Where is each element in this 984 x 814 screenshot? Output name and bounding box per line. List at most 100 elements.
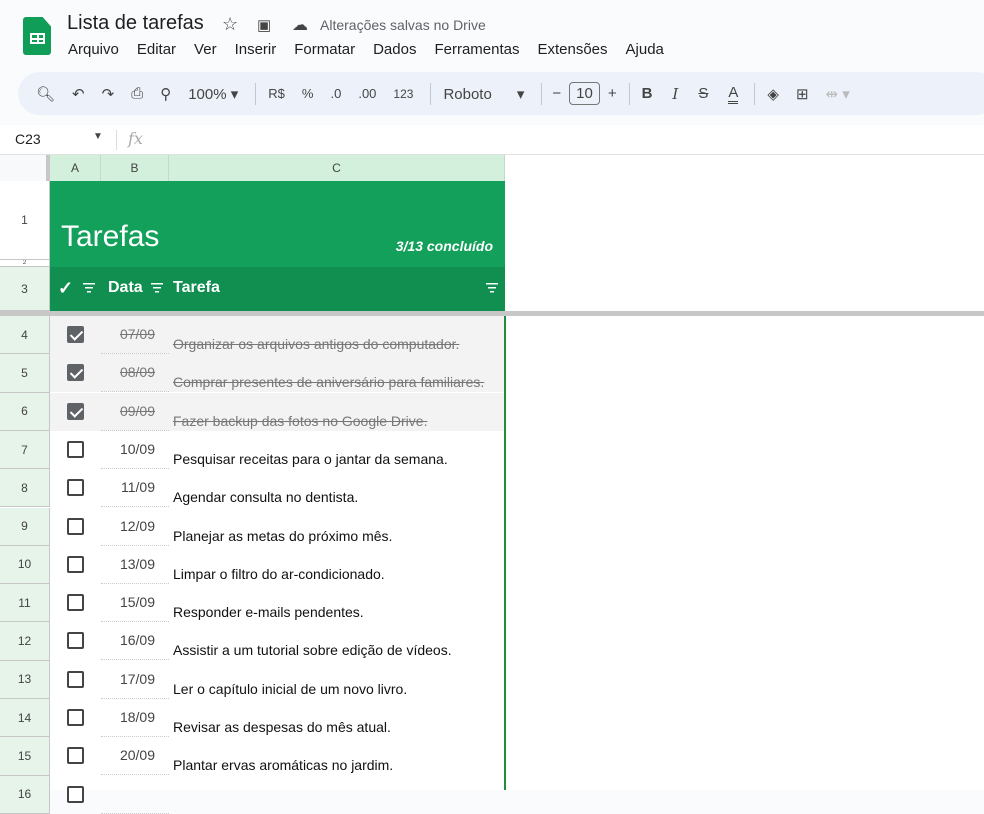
task-text[interactable]: Assistir a um tutorial sobre edição de v…	[173, 642, 452, 658]
task-checkbox[interactable]	[67, 594, 84, 612]
merge-cells-icon[interactable]: ⇹ ▾	[826, 85, 850, 103]
row-header[interactable]: 3	[0, 267, 50, 311]
task-text[interactable]: Organizar os arquivos antigos do computa…	[173, 336, 459, 352]
task-text[interactable]: Pesquisar receitas para o jantar da sema…	[173, 451, 448, 467]
menu-item[interactable]: Ajuda	[626, 41, 664, 58]
borders-icon[interactable]: ⊞	[796, 85, 809, 103]
task-checkbox[interactable]	[67, 747, 84, 765]
task-text[interactable]: Limpar o filtro do ar-condicionado.	[173, 566, 385, 582]
menu-item[interactable]: Extensões	[537, 41, 607, 58]
more-formats-button[interactable]: 123	[393, 87, 413, 101]
paint-format-icon[interactable]: ⚲	[160, 85, 171, 103]
task-date[interactable]: 07/09	[101, 326, 169, 354]
print-icon[interactable]: ⎙	[131, 85, 143, 102]
task-checkbox[interactable]	[67, 709, 84, 726]
column-header-c[interactable]: C	[169, 155, 505, 182]
save-status[interactable]: Alterações salvas no Drive	[320, 17, 486, 33]
task-checkbox[interactable]	[67, 364, 84, 382]
task-text[interactable]: Comprar presentes de aniversário para fa…	[173, 374, 484, 390]
task-text[interactable]: Revisar as despesas do mês atual.	[173, 719, 391, 735]
menu-item[interactable]: Inserir	[235, 41, 277, 58]
row-header[interactable]: 7	[0, 430, 50, 470]
row-header[interactable]: 8	[0, 469, 50, 508]
task-checkbox[interactable]	[67, 555, 84, 573]
strikethrough-icon[interactable]: S	[698, 85, 708, 102]
task-date[interactable]: 11/09	[101, 479, 169, 508]
percent-button[interactable]: %	[302, 86, 314, 101]
menu-item[interactable]: Ver	[194, 41, 217, 58]
redo-icon[interactable]: ↷	[102, 85, 115, 103]
task-checkbox[interactable]	[67, 785, 84, 803]
menu-item[interactable]: Arquivo	[68, 41, 119, 58]
fill-color-icon[interactable]: ◈	[767, 85, 779, 103]
decrease-font-size-button[interactable]: −	[552, 85, 561, 102]
select-all-corner[interactable]	[0, 155, 50, 182]
filter-icon[interactable]	[486, 283, 498, 293]
task-date[interactable]: 17/09	[101, 671, 169, 699]
document-title[interactable]: Lista de tarefas	[67, 12, 204, 35]
undo-icon[interactable]: ↶	[72, 85, 85, 103]
decrease-decimal-button[interactable]: .0	[330, 86, 341, 101]
row-header[interactable]: 16	[0, 775, 50, 814]
star-icon[interactable]: ☆	[222, 14, 238, 35]
task-date[interactable]: 20/09	[101, 747, 169, 776]
task-text[interactable]: Responder e-mails pendentes.	[173, 604, 364, 620]
task-checkbox[interactable]	[67, 670, 84, 688]
row-header[interactable]: 12	[0, 622, 50, 661]
task-checkbox[interactable]	[67, 326, 84, 343]
name-box[interactable]: C23	[15, 131, 41, 147]
italic-button[interactable]: I	[672, 85, 678, 103]
menu-item[interactable]: Dados	[373, 41, 416, 58]
task-text[interactable]: Fazer backup das fotos no Google Drive.	[173, 413, 427, 429]
search-icon[interactable]: 🔍︎	[36, 85, 55, 103]
row-header[interactable]: 9	[0, 507, 50, 546]
row-header[interactable]: 1	[0, 181, 50, 260]
sheets-logo[interactable]	[23, 17, 51, 55]
task-date[interactable]: 10/09	[101, 441, 169, 469]
column-header-b[interactable]: B	[101, 155, 169, 182]
row-header[interactable]: 4	[0, 316, 50, 355]
filter-icon[interactable]	[151, 283, 163, 293]
chevron-down-icon[interactable]: ▼	[93, 131, 103, 142]
task-checkbox[interactable]	[67, 440, 84, 458]
task-checkbox[interactable]	[67, 479, 84, 497]
divider	[116, 130, 117, 150]
increase-font-size-button[interactable]: +	[608, 85, 617, 102]
increase-decimal-button[interactable]: .00	[358, 86, 376, 101]
menu-item[interactable]: Editar	[137, 41, 176, 58]
task-date[interactable]: 16/09	[101, 632, 169, 661]
task-date[interactable]: 13/09	[101, 556, 169, 584]
task-text[interactable]: Ler o capítulo inicial de um novo livro.	[173, 681, 407, 697]
menu-item[interactable]: Ferramentas	[434, 41, 519, 58]
row-header[interactable]: 14	[0, 699, 50, 738]
task-date[interactable]: 09/09	[101, 403, 169, 431]
font-size-input[interactable]: 10	[569, 82, 600, 105]
task-text[interactable]: Plantar ervas aromáticas no jardim.	[173, 757, 393, 773]
row-header[interactable]: 6	[0, 392, 50, 431]
formula-input[interactable]	[150, 126, 980, 154]
row-header[interactable]: 2	[0, 260, 50, 267]
row-header[interactable]: 13	[0, 660, 50, 699]
menu-item[interactable]: Formatar	[294, 41, 355, 58]
task-checkbox[interactable]	[67, 517, 84, 535]
bold-button[interactable]: B	[642, 85, 653, 102]
task-date[interactable]: 12/09	[101, 518, 169, 546]
column-header-a[interactable]: A	[50, 155, 101, 182]
task-date[interactable]: 15/09	[101, 594, 169, 623]
zoom-select[interactable]: 100% ▾	[188, 85, 238, 103]
task-date[interactable]: 18/09	[101, 709, 169, 737]
row-header[interactable]: 11	[0, 584, 50, 623]
row-header[interactable]: 10	[0, 545, 50, 585]
font-select[interactable]: Roboto ▾	[443, 85, 524, 103]
task-checkbox[interactable]	[67, 402, 84, 420]
text-color-icon[interactable]: A	[728, 84, 739, 104]
move-folder-icon[interactable]: ▣	[257, 16, 271, 34]
row-header[interactable]: 15	[0, 737, 50, 776]
filter-icon[interactable]	[83, 283, 95, 293]
task-checkbox[interactable]	[67, 632, 84, 650]
task-text[interactable]: Agendar consulta no dentista.	[173, 489, 358, 505]
row-header[interactable]: 5	[0, 354, 50, 393]
currency-button[interactable]: R$	[268, 86, 285, 101]
task-date[interactable]: 08/09	[101, 364, 169, 393]
task-text[interactable]: Planejar as metas do próximo mês.	[173, 528, 392, 544]
